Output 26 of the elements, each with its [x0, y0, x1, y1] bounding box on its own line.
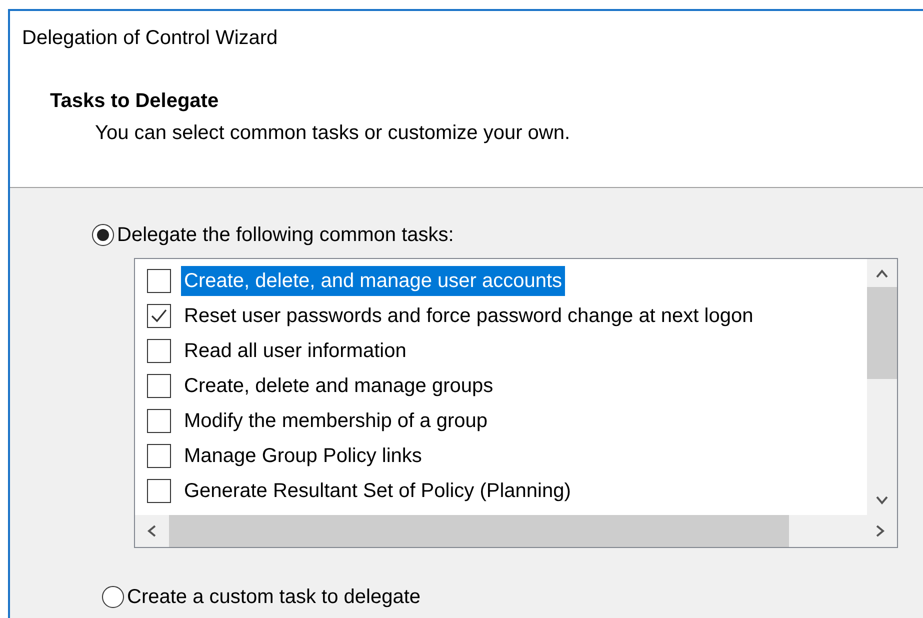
horizontal-scrollbar[interactable]: [135, 515, 897, 547]
checkbox[interactable]: [147, 408, 171, 432]
task-item[interactable]: Read all user information: [181, 336, 410, 366]
task-item[interactable]: Manage Group Policy links: [181, 440, 425, 470]
radio-label: Create a custom task to delegate: [127, 585, 420, 610]
task-item[interactable]: Reset user passwords and force password change at next logon: [181, 300, 756, 330]
scrollbar-thumb[interactable]: [169, 515, 789, 547]
task-item[interactable]: Generate Resultant Set of Policy (Planning): [181, 476, 574, 506]
radio-label: Delegate the following common tasks:: [117, 223, 454, 248]
task-item[interactable]: Create, delete and manage groups: [181, 370, 496, 400]
page-heading: Tasks to Delegate: [49, 89, 220, 114]
vertical-scrollbar[interactable]: [867, 259, 897, 515]
checkbox[interactable]: [147, 444, 171, 468]
radio-button[interactable]: [92, 224, 114, 246]
checkbox[interactable]: [147, 478, 171, 502]
checkbox[interactable]: [147, 304, 171, 328]
task-item[interactable]: Modify the membership of a group: [181, 406, 490, 436]
scrollbar-thumb[interactable]: [867, 287, 897, 379]
radio-button[interactable]: [102, 586, 124, 608]
window-title: Delegation of Control Wizard: [21, 26, 279, 51]
checkbox[interactable]: [147, 338, 171, 362]
page-subtitle: You can select common tasks or customize your own.: [94, 121, 572, 146]
checkbox[interactable]: [147, 374, 171, 398]
task-item[interactable]: Create, delete, and manage user accounts: [181, 266, 566, 296]
checkbox[interactable]: [147, 268, 171, 292]
checkmark-icon: [151, 308, 167, 322]
